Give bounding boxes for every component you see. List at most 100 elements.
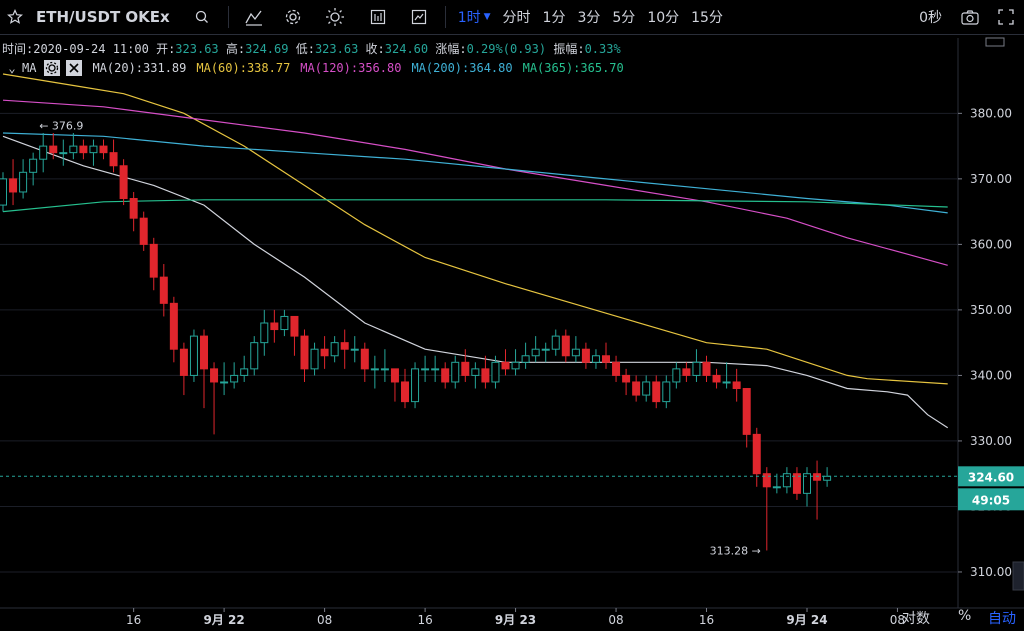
candle-body xyxy=(49,145,58,154)
interval-5m[interactable]: 5分 xyxy=(606,0,641,34)
y-tick-label: 380.00 xyxy=(970,106,1012,120)
candle xyxy=(290,315,299,356)
candle xyxy=(441,362,450,389)
candle-body xyxy=(541,348,550,351)
candle-body xyxy=(662,381,671,403)
candle-body xyxy=(642,381,651,396)
log-toggle[interactable]: 对数 xyxy=(902,608,930,628)
x-tick-label: 9月 23 xyxy=(495,613,536,627)
candle xyxy=(792,467,801,500)
scroll-handle-icon xyxy=(1012,561,1024,591)
candle-body xyxy=(722,381,731,384)
candle-body xyxy=(511,361,520,370)
bar-time: 2020-09-24 11:00 xyxy=(33,42,149,56)
x-tick-label: 08 xyxy=(608,613,623,627)
ma-remove-icon[interactable] xyxy=(66,60,83,76)
gear-icon[interactable] xyxy=(273,0,313,34)
candle xyxy=(200,329,208,409)
candle xyxy=(350,336,359,363)
candle-body xyxy=(340,342,349,350)
theme-sun-icon[interactable] xyxy=(313,0,357,34)
divider xyxy=(444,6,446,28)
candle xyxy=(270,309,279,343)
ma-legend-item: MA(365):365.70 xyxy=(522,61,624,75)
toolbar: ETH/USDT OKEx 1时 ▼ 分时 1分 3分 5分 10分 15分 0秒 xyxy=(0,0,1024,35)
price-chart[interactable]: 310.00 320.00 330.00 340.00 350.00 360.00 370.… xyxy=(0,0,1024,631)
interval-1m[interactable]: 1分 xyxy=(537,0,572,34)
grid xyxy=(0,38,1024,609)
ma-line xyxy=(2,199,948,213)
candle xyxy=(622,368,631,396)
high-annotation: ← 376.9 xyxy=(39,120,83,133)
candle-body xyxy=(491,361,500,383)
interval-15m[interactable]: 15分 xyxy=(685,0,729,34)
interval-1h[interactable]: 1时 ▼ xyxy=(452,0,497,34)
ma-settings-icon[interactable] xyxy=(44,60,61,76)
collapse-panel-icon xyxy=(985,37,1005,47)
candle xyxy=(531,336,540,363)
candle xyxy=(340,329,349,369)
candle xyxy=(0,172,7,212)
candle xyxy=(652,375,661,409)
ohlc-info: 时间:2020-09-24 11:00 开:323.63 高:324.69 低:… xyxy=(2,42,621,56)
candle-body xyxy=(109,152,118,167)
compare-icon[interactable] xyxy=(357,0,399,34)
candle-body xyxy=(9,178,18,193)
candle-body xyxy=(421,368,430,371)
percent-toggle[interactable]: % xyxy=(958,608,971,624)
candle-body xyxy=(501,361,510,370)
camera-icon[interactable] xyxy=(952,0,988,34)
candle-body xyxy=(622,374,631,383)
candle-body xyxy=(752,433,761,475)
candle xyxy=(49,133,58,160)
candle-body xyxy=(401,381,409,403)
candle-body xyxy=(320,348,329,357)
candle xyxy=(310,342,319,376)
candle-body xyxy=(179,348,188,376)
candle xyxy=(571,336,580,363)
candle xyxy=(732,368,741,402)
candle-body xyxy=(139,217,148,245)
candle xyxy=(431,355,440,382)
interval-10m[interactable]: 10分 xyxy=(641,0,685,34)
candle-body xyxy=(521,355,530,363)
candle-body xyxy=(330,342,339,357)
x-tick-label: 9月 22 xyxy=(203,613,244,627)
candle xyxy=(612,355,621,382)
candle-body xyxy=(792,473,801,494)
ma-lines xyxy=(2,73,949,429)
candle xyxy=(260,309,269,356)
candle xyxy=(602,342,610,369)
auto-scale-toggle[interactable]: 自动 xyxy=(988,608,1016,628)
collapse-chevron-icon[interactable]: ⌄ xyxy=(2,61,22,75)
candle xyxy=(370,355,379,389)
symbol-title[interactable]: ETH/USDT OKEx xyxy=(30,0,176,34)
y-tick-label: 320.00 xyxy=(970,499,1012,513)
fullscreen-icon[interactable] xyxy=(988,0,1024,34)
candle-body xyxy=(19,171,28,193)
candle-body xyxy=(591,355,600,363)
search-icon[interactable] xyxy=(182,0,222,34)
amplitude-value: 0.33% xyxy=(584,42,621,56)
candle xyxy=(39,133,48,173)
candle-body xyxy=(481,368,490,383)
candle xyxy=(250,336,259,376)
x-tick-label: 16 xyxy=(699,613,714,627)
candle-body xyxy=(431,368,440,371)
star-icon[interactable] xyxy=(0,0,30,34)
interval-3m[interactable]: 3分 xyxy=(571,0,606,34)
candle-body xyxy=(29,158,38,173)
candle xyxy=(99,139,108,160)
candle xyxy=(109,139,118,173)
candle-body xyxy=(571,348,580,357)
candle-body xyxy=(441,368,450,383)
candle-body xyxy=(270,322,279,331)
candle xyxy=(119,159,128,206)
interval-time[interactable]: 分时 xyxy=(497,0,537,34)
templates-icon[interactable] xyxy=(399,0,439,34)
candle xyxy=(722,362,731,389)
candle-body xyxy=(89,145,98,154)
candle xyxy=(632,375,641,402)
candle xyxy=(451,355,460,389)
indicators-icon[interactable] xyxy=(235,0,273,34)
